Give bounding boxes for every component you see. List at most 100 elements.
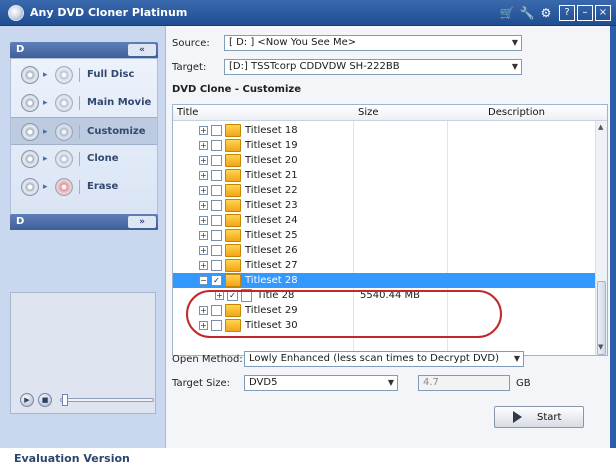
mode-label: Erase xyxy=(87,181,119,192)
expand-node-icon[interactable]: + xyxy=(199,186,208,195)
close-icon[interactable]: × xyxy=(595,5,611,21)
row-checkbox[interactable] xyxy=(211,230,222,241)
source-select[interactable]: [ D: ] <Now You See Me> ▼ xyxy=(224,35,522,51)
row-title: Titleset 24 xyxy=(245,215,298,226)
start-button[interactable]: Start xyxy=(494,406,584,428)
expand-node-icon[interactable]: + xyxy=(199,171,208,180)
column-description[interactable]: Description xyxy=(488,107,545,118)
titleset-row[interactable]: + Titleset 27 xyxy=(173,258,595,273)
highlight-annotation xyxy=(186,290,502,338)
folder-icon xyxy=(225,169,241,182)
gb-unit-label: GB xyxy=(516,378,531,389)
expand-button[interactable]: » xyxy=(128,216,156,228)
table-header: Title Size Description xyxy=(173,105,607,121)
mode-clone[interactable]: ▸ Clone xyxy=(11,145,157,173)
row-checkbox[interactable] xyxy=(211,245,222,256)
titleset-row[interactable]: + Titleset 19 xyxy=(173,138,595,153)
divider xyxy=(79,96,80,110)
mode-customize[interactable]: ▸ Customize xyxy=(11,117,157,145)
folder-icon xyxy=(225,154,241,167)
disc-icon xyxy=(55,123,73,141)
help-icon[interactable]: ? xyxy=(559,5,575,21)
mode-main-movie[interactable]: ▸ Main Movie xyxy=(11,89,157,117)
expand-node-icon[interactable]: + xyxy=(199,231,208,240)
titleset-row[interactable]: + Titleset 21 xyxy=(173,168,595,183)
row-checkbox[interactable] xyxy=(211,260,222,271)
row-checkbox[interactable] xyxy=(211,185,222,196)
row-checkbox[interactable]: ✓ xyxy=(211,275,222,286)
arrow-icon: ▸ xyxy=(43,127,48,137)
titleset-row[interactable]: − ✓ Titleset 28 xyxy=(173,273,595,288)
target-size-gb-input[interactable]: 4.7 xyxy=(418,375,510,391)
target-select[interactable]: [D:] TSSTcorp CDDVDW SH-222BB ▼ xyxy=(224,59,522,75)
vertical-scrollbar[interactable]: ▲ ▼ xyxy=(595,121,607,355)
app-title: Any DVD Cloner Platinum xyxy=(30,6,188,19)
row-checkbox[interactable] xyxy=(211,125,222,136)
titleset-row[interactable]: + Titleset 22 xyxy=(173,183,595,198)
folder-icon xyxy=(225,124,241,137)
row-title: Titleset 26 xyxy=(245,245,298,256)
customize-disc-icon xyxy=(21,123,39,141)
expand-node-icon[interactable]: + xyxy=(199,141,208,150)
divider xyxy=(79,180,80,194)
row-checkbox[interactable] xyxy=(211,200,222,211)
titleset-row[interactable]: + Titleset 24 xyxy=(173,213,595,228)
open-method-label: Open Method: xyxy=(172,354,243,365)
app-logo-icon xyxy=(8,5,24,21)
titleset-row[interactable]: + Titleset 18 xyxy=(173,123,595,138)
drive-header: D « xyxy=(10,42,158,58)
open-method-select[interactable]: Lowly Enhanced (less scan times to Decry… xyxy=(244,351,524,367)
mode-full-disc[interactable]: ▸ Full Disc xyxy=(11,61,157,89)
seek-thumb[interactable] xyxy=(62,394,68,406)
second-drive-header: D » xyxy=(10,214,158,230)
row-checkbox[interactable] xyxy=(211,170,222,181)
disc-icon xyxy=(55,178,73,196)
collapse-button[interactable]: « xyxy=(128,44,156,56)
mode-erase[interactable]: ▸ Erase xyxy=(11,173,157,201)
disc-icon xyxy=(21,66,39,84)
column-title[interactable]: Title xyxy=(177,107,198,118)
cart-icon[interactable]: 🛒 xyxy=(499,5,515,21)
expand-node-icon[interactable]: + xyxy=(199,201,208,210)
titleset-row[interactable]: + Titleset 25 xyxy=(173,228,595,243)
star-disc-icon xyxy=(21,94,39,112)
open-method-value: Lowly Enhanced (less scan times to Decry… xyxy=(249,353,499,364)
row-title: Titleset 28 xyxy=(245,275,298,286)
expand-node-icon[interactable]: + xyxy=(199,216,208,225)
scroll-down-icon[interactable]: ▼ xyxy=(598,343,606,351)
stop-icon[interactable]: ■ xyxy=(38,393,52,407)
seek-slider[interactable] xyxy=(60,398,154,402)
gear-icon[interactable]: ⚙ xyxy=(538,5,554,21)
minimize-icon[interactable]: – xyxy=(577,5,593,21)
titleset-row[interactable]: + Titleset 26 xyxy=(173,243,595,258)
row-checkbox[interactable] xyxy=(211,140,222,151)
folder-icon xyxy=(225,229,241,242)
row-title: Titleset 21 xyxy=(245,170,298,181)
titleset-row[interactable]: + Titleset 20 xyxy=(173,153,595,168)
target-size-select[interactable]: DVD5 ▼ xyxy=(244,375,398,391)
column-size[interactable]: Size xyxy=(358,107,379,118)
window-edge xyxy=(610,26,616,448)
expand-node-icon[interactable]: + xyxy=(199,246,208,255)
expand-node-icon[interactable]: + xyxy=(199,156,208,165)
row-title: Titleset 25 xyxy=(245,230,298,241)
row-checkbox[interactable] xyxy=(211,155,222,166)
folder-icon xyxy=(225,139,241,152)
folder-icon xyxy=(225,214,241,227)
wrench-icon[interactable]: 🔧 xyxy=(519,5,535,21)
row-title: Titleset 22 xyxy=(245,185,298,196)
expand-node-icon[interactable]: + xyxy=(199,261,208,270)
section-title: DVD Clone - Customize xyxy=(172,84,301,95)
disc-icon xyxy=(55,94,73,112)
mode-label: Customize xyxy=(87,126,146,137)
titleset-row[interactable]: + Titleset 23 xyxy=(173,198,595,213)
scroll-up-icon[interactable]: ▲ xyxy=(598,123,606,131)
play-icon[interactable]: ▶ xyxy=(20,393,34,407)
divider xyxy=(79,125,80,139)
evaluation-label: Evaluation Version xyxy=(14,452,130,465)
expand-node-icon[interactable]: + xyxy=(199,126,208,135)
divider xyxy=(79,68,80,82)
row-checkbox[interactable] xyxy=(211,215,222,226)
arrow-icon: ▸ xyxy=(43,70,48,80)
collapse-node-icon[interactable]: − xyxy=(199,276,208,285)
